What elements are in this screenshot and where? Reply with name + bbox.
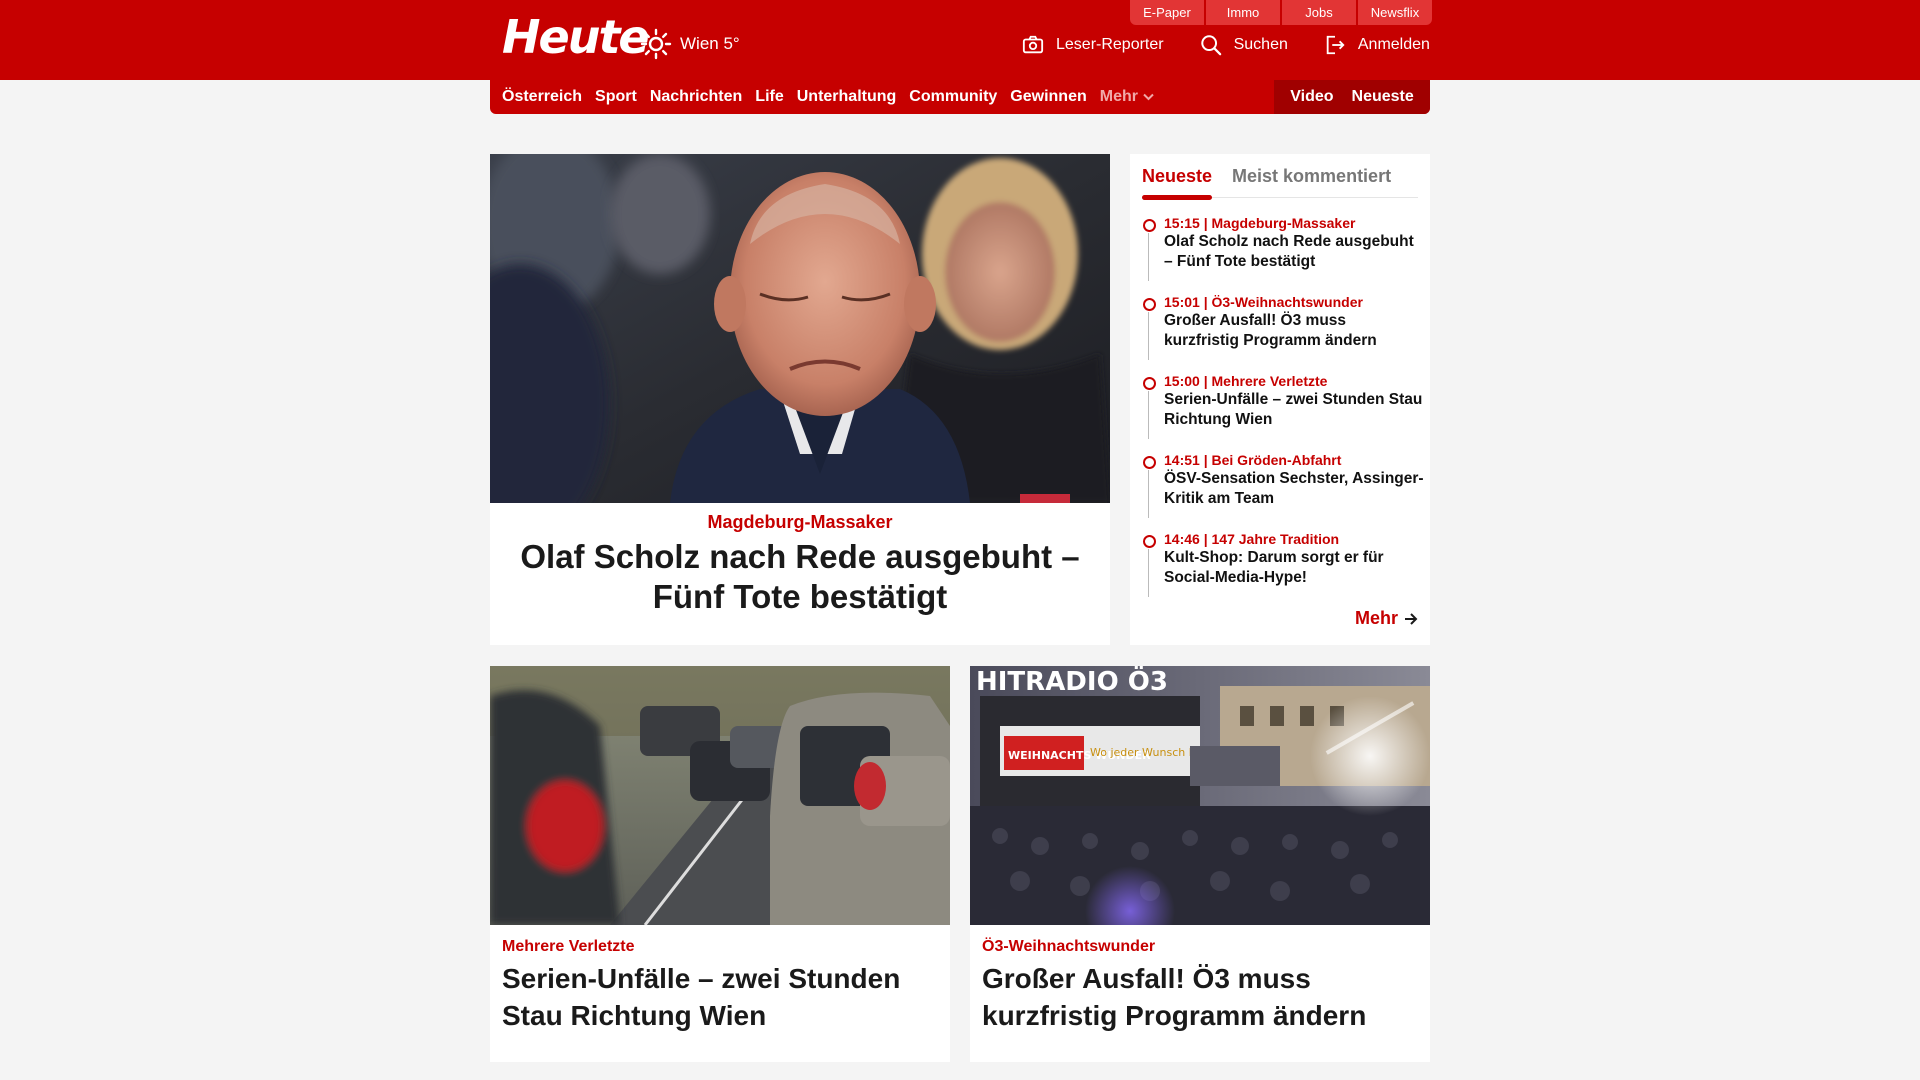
header-actions: Leser-Reporter Suchen Anmelden — [1022, 34, 1430, 56]
main-nav: Österreich Sport Nachrichten Life Unterh… — [490, 80, 1430, 114]
story-card-oe3[interactable]: HITRADIO Ö3 WEIHNACHTS WUNDER Wo jeder W… — [970, 666, 1430, 1062]
search-label: Suchen — [1233, 36, 1288, 53]
lead-story[interactable]: Magdeburg-Massaker Olaf Scholz nach Rede… — [490, 154, 1110, 645]
timeline-item[interactable]: 14:46 | 147 Jahre Tradition Kult-Shop: D… — [1142, 530, 1424, 609]
service-tab-immo[interactable]: Immo — [1206, 0, 1280, 25]
nav-item-life[interactable]: Life — [755, 88, 783, 106]
timeline-item-title[interactable]: Großer Ausfall! Ö3 muss kurzfristig Prog… — [1164, 311, 1424, 351]
latest-timeline: 15:15 | Magdeburg-Massaker Olaf Scholz n… — [1142, 214, 1424, 609]
weather-text: Wien 5° — [680, 34, 740, 53]
service-tab-jobs[interactable]: Jobs — [1282, 0, 1356, 25]
lead-story-image[interactable] — [490, 154, 1110, 503]
tab-meist-kommentiert[interactable]: Meist kommentiert — [1232, 162, 1391, 198]
nav-item-oesterreich[interactable]: Österreich — [502, 88, 582, 106]
nav-item-gewinnen[interactable]: Gewinnen — [1010, 88, 1086, 106]
nav-item-neueste[interactable]: Neueste — [1352, 88, 1414, 106]
story-card-image[interactable] — [490, 666, 950, 925]
lead-story-kicker: Magdeburg-Massaker — [707, 512, 893, 532]
camera-icon — [1022, 35, 1044, 54]
nav-right-group: Video Neueste — [1274, 80, 1430, 114]
nav-item-community[interactable]: Community — [909, 88, 997, 106]
timeline-item[interactable]: 15:01 | Ö3-Weihnachtswunder Großer Ausfa… — [1142, 293, 1424, 372]
timeline-item-meta: 15:15 | Magdeburg-Massaker — [1164, 215, 1356, 231]
login-button[interactable]: Anmelden — [1324, 34, 1430, 56]
latest-more-label: Mehr — [1354, 608, 1398, 628]
latest-tabs: Neueste Meist kommentiert — [1142, 162, 1418, 200]
chevron-down-icon — [1143, 93, 1154, 101]
service-tab-epaper[interactable]: E-Paper — [1130, 0, 1204, 25]
timeline-item-title[interactable]: Kult-Shop: Darum sorgt er für Social-Med… — [1164, 548, 1424, 588]
nav-more-label: Mehr — [1099, 88, 1138, 105]
sun-icon — [640, 28, 672, 60]
nav-more-dropdown[interactable]: Mehr — [1100, 88, 1154, 106]
latest-news-panel: Neueste Meist kommentiert 15:15 | Magdeb… — [1130, 154, 1430, 645]
story-card-title[interactable]: Serien-Unfälle – zwei Stunden Stau Richt… — [502, 960, 942, 1034]
timeline-item-title[interactable]: Serien-Unfälle – zwei Stunden Stau Richt… — [1164, 390, 1424, 430]
leser-reporter-button[interactable]: Leser-Reporter — [1022, 34, 1164, 56]
arrow-right-icon — [1405, 612, 1418, 625]
story-card-kicker: Ö3-Weihnachtswunder — [982, 938, 1156, 955]
nav-item-unterhaltung[interactable]: Unterhaltung — [797, 88, 897, 106]
story-card-image[interactable]: HITRADIO Ö3 WEIHNACHTS WUNDER Wo jeder W… — [970, 666, 1430, 925]
service-tab-newsflix[interactable]: Newsflix — [1358, 0, 1432, 25]
weather-widget[interactable]: Wien 5° — [640, 28, 740, 60]
site-header: Heute Wien 5° E-Paper Immo Jobs Newsflix… — [0, 0, 1920, 80]
story-card-title[interactable]: Großer Ausfall! Ö3 muss kurzfristig Prog… — [982, 960, 1422, 1034]
timeline-item-meta: 15:01 | Ö3-Weihnachtswunder — [1164, 294, 1363, 310]
timeline-item[interactable]: 15:00 | Mehrere Verletzte Serien-Unfälle… — [1142, 372, 1424, 451]
login-label: Anmelden — [1357, 36, 1430, 53]
lead-story-title[interactable]: Olaf Scholz nach Rede ausgebuht – Fünf T… — [490, 537, 1110, 617]
timeline-item-meta: 15:00 | Mehrere Verletzte — [1164, 373, 1328, 389]
site-logo[interactable]: Heute — [502, 10, 650, 64]
login-icon — [1326, 35, 1345, 55]
timeline-item-title[interactable]: ÖSV-Sensation Sechster, Assinger-Kritik … — [1164, 469, 1424, 509]
nav-item-video[interactable]: Video — [1290, 88, 1333, 106]
nav-item-nachrichten[interactable]: Nachrichten — [650, 88, 742, 106]
service-tabs: E-Paper Immo Jobs Newsflix — [1130, 0, 1432, 25]
timeline-item-meta: 14:51 | Bei Gröden-Abfahrt — [1164, 452, 1342, 468]
timeline-item[interactable]: 14:51 | Bei Gröden-Abfahrt ÖSV-Sensation… — [1142, 451, 1424, 530]
search-icon — [1200, 35, 1221, 56]
image-banner-text: HITRADIO Ö3 — [976, 666, 1168, 697]
story-card-kicker: Mehrere Verletzte — [502, 938, 635, 955]
tab-neueste[interactable]: Neueste — [1142, 162, 1213, 200]
story-card-unfaelle[interactable]: Mehrere Verletzte Serien-Unfälle – zwei … — [490, 666, 950, 1062]
leser-reporter-label: Leser-Reporter — [1056, 36, 1164, 53]
nav-item-sport[interactable]: Sport — [595, 88, 637, 106]
timeline-item-title[interactable]: Olaf Scholz nach Rede ausgebuht – Fünf T… — [1164, 232, 1424, 272]
search-button[interactable]: Suchen — [1200, 34, 1288, 56]
timeline-item-meta: 14:46 | 147 Jahre Tradition — [1164, 531, 1340, 547]
timeline-item[interactable]: 15:15 | Magdeburg-Massaker Olaf Scholz n… — [1142, 214, 1424, 293]
latest-more-link[interactable]: Mehr — [1355, 608, 1418, 629]
